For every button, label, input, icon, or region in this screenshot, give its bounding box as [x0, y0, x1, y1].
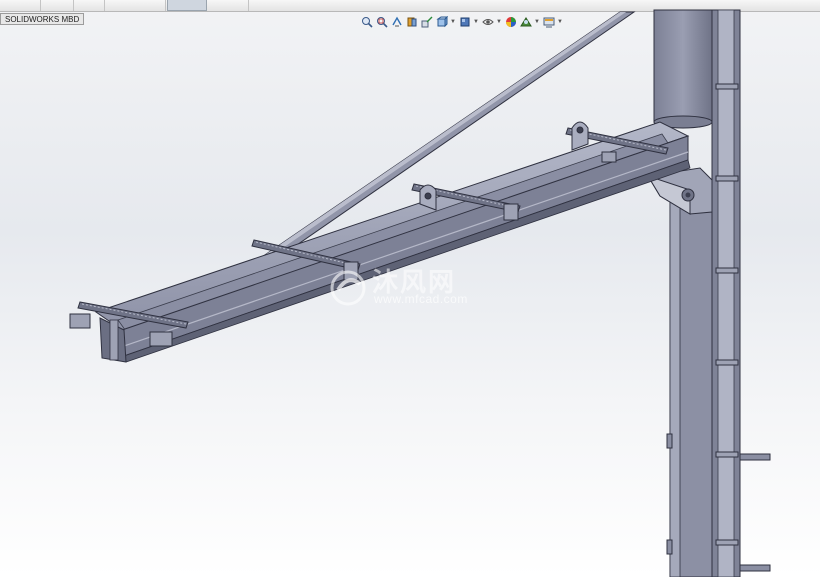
main-beam[interactable]	[69, 121, 691, 363]
graphics-area[interactable]: SOLIDWORKS MBD ▼ ▼ ▼ ▼ ▼ 沐风网 www.mfcad.c…	[0, 0, 820, 577]
vertical-column[interactable]	[653, 9, 771, 577]
model-view[interactable]	[0, 0, 820, 577]
lifting-lug-2[interactable]	[571, 121, 589, 151]
